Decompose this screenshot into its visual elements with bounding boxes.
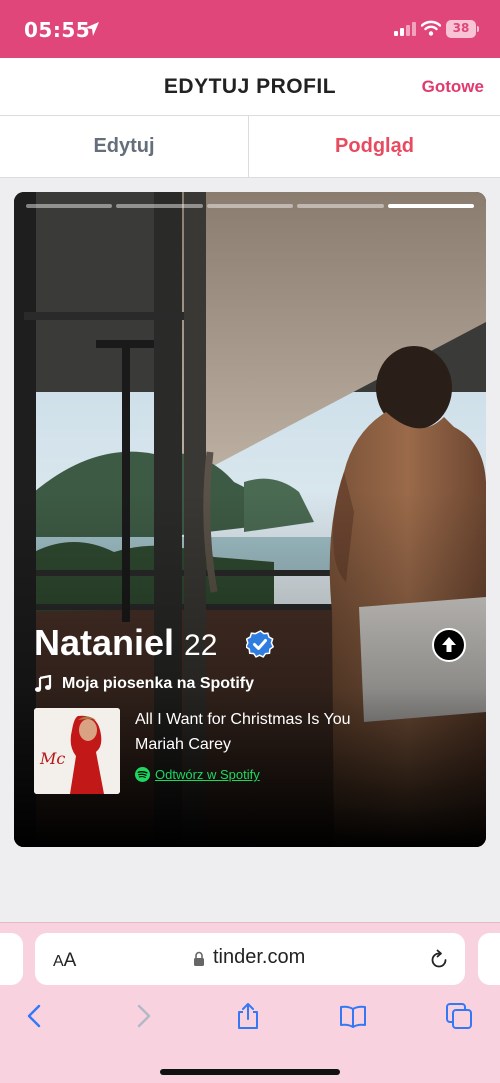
- tabs-icon[interactable]: [444, 1001, 474, 1031]
- progress-segment: [116, 204, 203, 208]
- spotify-play-row[interactable]: Odtwórz w Spotify: [135, 767, 260, 782]
- name-age-row: Nataniel 22: [34, 622, 217, 668]
- url-text: tinder.com: [213, 946, 306, 968]
- next-tab-preview[interactable]: [478, 933, 500, 985]
- wifi-icon: [421, 20, 441, 36]
- location-arrow-icon: [85, 22, 99, 36]
- profile-age: 22: [184, 629, 218, 662]
- lock-icon: [194, 951, 204, 966]
- svg-text:Mc: Mc: [39, 749, 65, 768]
- status-time: 05:55: [24, 18, 91, 42]
- song-artist: Mariah Carey: [135, 736, 232, 753]
- anthem-label: Moja piosenka na Spotify: [62, 675, 255, 692]
- battery-icon: 38: [446, 20, 479, 38]
- battery-level: 38: [452, 21, 470, 35]
- done-button[interactable]: Gotowe: [422, 77, 484, 97]
- text-size-big: A: [63, 950, 77, 971]
- bookmarks-icon[interactable]: [338, 1001, 368, 1031]
- home-indicator: [160, 1069, 340, 1075]
- status-bar: 05:55 38: [0, 0, 500, 58]
- back-icon[interactable]: [20, 1001, 50, 1031]
- info-arrow-icon[interactable]: [432, 628, 466, 662]
- browser-toolbar: [0, 999, 500, 1035]
- reload-icon[interactable]: [428, 948, 450, 970]
- signal-icon: [394, 22, 416, 36]
- segmented-tabs: Edytuj Podgląd: [0, 116, 500, 178]
- song-title: All I Want for Christmas Is You: [135, 711, 351, 728]
- text-size-small: A: [53, 953, 64, 970]
- share-icon[interactable]: [233, 1001, 263, 1031]
- anthem-row: Moja piosenka na Spotify: [34, 672, 254, 696]
- album-cover[interactable]: Mc: [34, 708, 120, 794]
- progress-segment-active: [387, 204, 475, 208]
- spotify-icon: [135, 767, 150, 782]
- previous-tab-preview[interactable]: [0, 933, 23, 985]
- music-note-icon: [35, 675, 52, 692]
- progress-segment: [26, 204, 113, 208]
- profile-name: Nataniel: [34, 622, 175, 663]
- browser-bar: AA tinder.com: [0, 922, 500, 1083]
- tab-preview[interactable]: Podgląd: [250, 116, 499, 177]
- progress-segment: [297, 204, 384, 208]
- text-size-button[interactable]: AA: [53, 950, 76, 972]
- nav-header: EDYTUJ PROFIL Gotowe: [0, 58, 500, 116]
- profile-card[interactable]: Nataniel 22 Moja piosenka na Spotify Mc …: [14, 192, 486, 847]
- tab-edit[interactable]: Edytuj: [0, 116, 249, 177]
- address-bar[interactable]: AA tinder.com: [35, 933, 465, 985]
- progress-segment: [206, 204, 294, 208]
- verified-icon: [246, 630, 274, 658]
- forward-icon[interactable]: [128, 1001, 158, 1031]
- spotify-play-link[interactable]: Odtwórz w Spotify: [155, 767, 260, 782]
- photo-progress: [26, 204, 475, 208]
